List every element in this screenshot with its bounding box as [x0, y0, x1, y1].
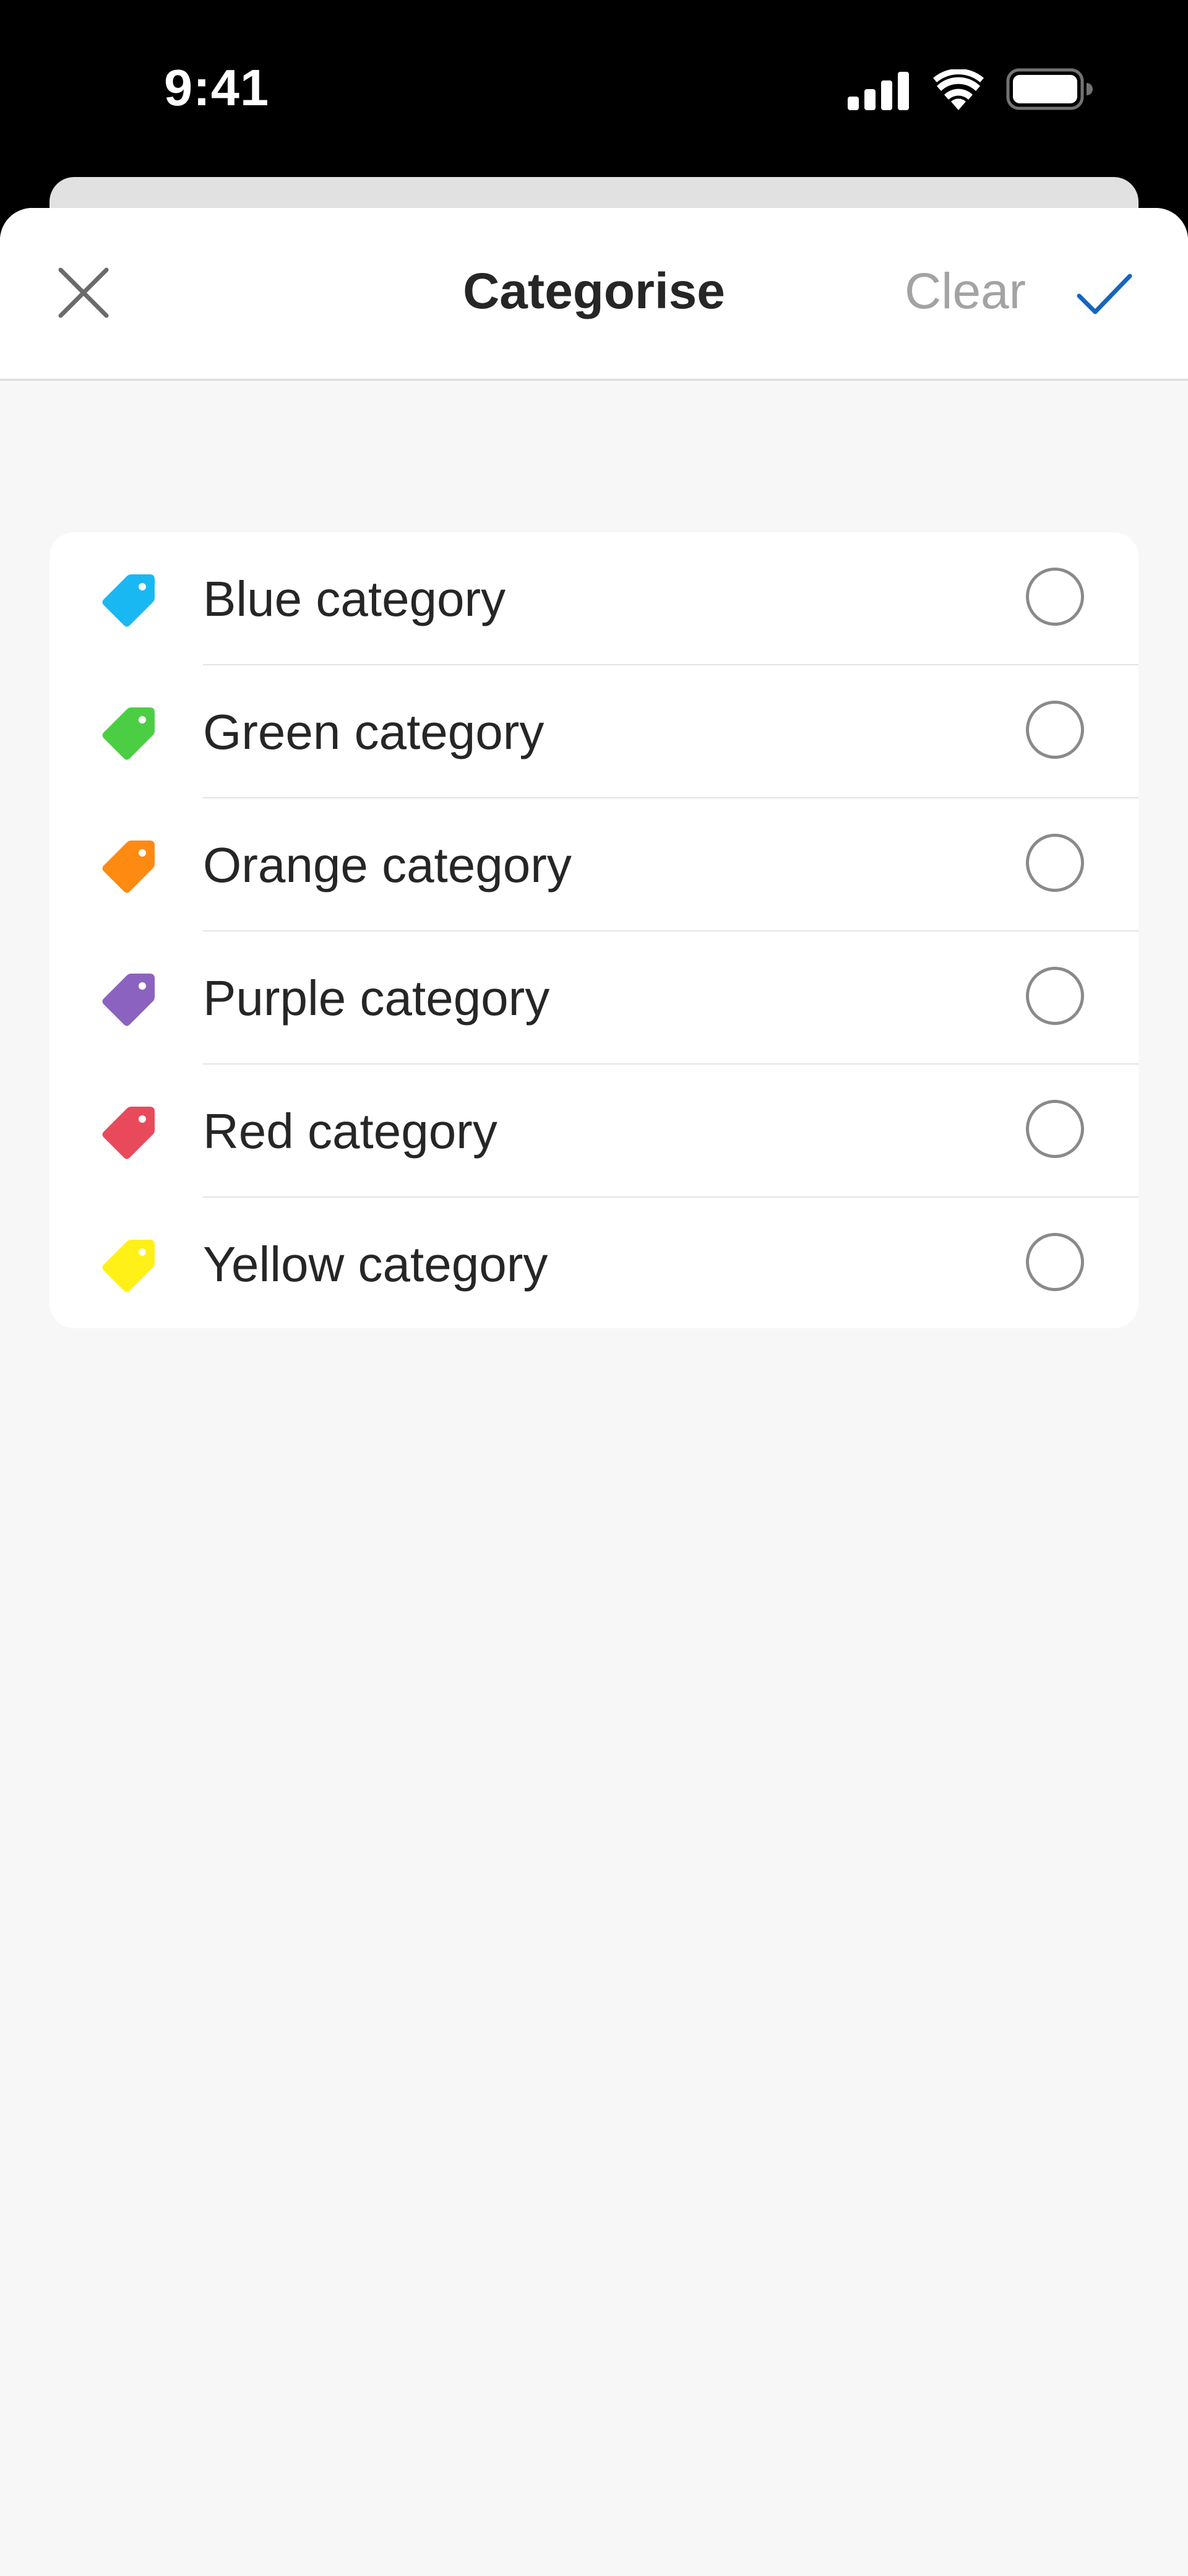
- category-radio[interactable]: [1026, 1233, 1084, 1291]
- tag-icon: [102, 574, 155, 627]
- wifi-icon: [933, 69, 984, 110]
- category-label: Purple category: [203, 970, 550, 1026]
- tag-icon: [102, 707, 155, 760]
- close-icon: [58, 267, 109, 318]
- cellular-signal-icon: [848, 72, 909, 110]
- category-radio[interactable]: [1026, 967, 1084, 1025]
- tag-icon: [102, 1107, 155, 1159]
- tag-icon: [102, 974, 155, 1026]
- category-row[interactable]: Orange category: [50, 798, 1138, 931]
- close-button[interactable]: [51, 260, 116, 326]
- checkmark-icon: [1077, 274, 1132, 314]
- done-button[interactable]: [1070, 264, 1138, 326]
- category-label: Orange category: [203, 837, 572, 893]
- category-row[interactable]: Red category: [50, 1065, 1138, 1198]
- categorise-sheet: Categorise Clear Blue category Green cate…: [0, 208, 1188, 2576]
- category-label: Blue category: [203, 571, 506, 626]
- category-radio[interactable]: [1026, 701, 1084, 759]
- navigation-bar: Categorise Clear: [0, 208, 1188, 381]
- category-radio[interactable]: [1026, 834, 1084, 892]
- category-radio[interactable]: [1026, 568, 1084, 626]
- category-list: Blue category Green category Orange catego…: [50, 532, 1138, 1328]
- category-row[interactable]: Yellow category: [50, 1198, 1138, 1328]
- category-radio[interactable]: [1026, 1100, 1084, 1158]
- battery-icon: [1006, 68, 1093, 110]
- category-label: Red category: [203, 1104, 497, 1159]
- category-row[interactable]: Blue category: [50, 532, 1138, 665]
- status-bar: 9:41: [0, 0, 1188, 176]
- tag-icon: [102, 1240, 155, 1292]
- tag-icon: [102, 841, 155, 893]
- category-row[interactable]: Green category: [50, 665, 1138, 798]
- category-label: Yellow category: [203, 1237, 548, 1292]
- category-row[interactable]: Purple category: [50, 931, 1138, 1065]
- clear-button[interactable]: Clear: [891, 257, 1040, 326]
- status-icons: [848, 64, 1095, 114]
- category-label: Green category: [203, 704, 544, 759]
- page-title: Categorise: [463, 263, 725, 319]
- status-time: 9:41: [164, 59, 270, 116]
